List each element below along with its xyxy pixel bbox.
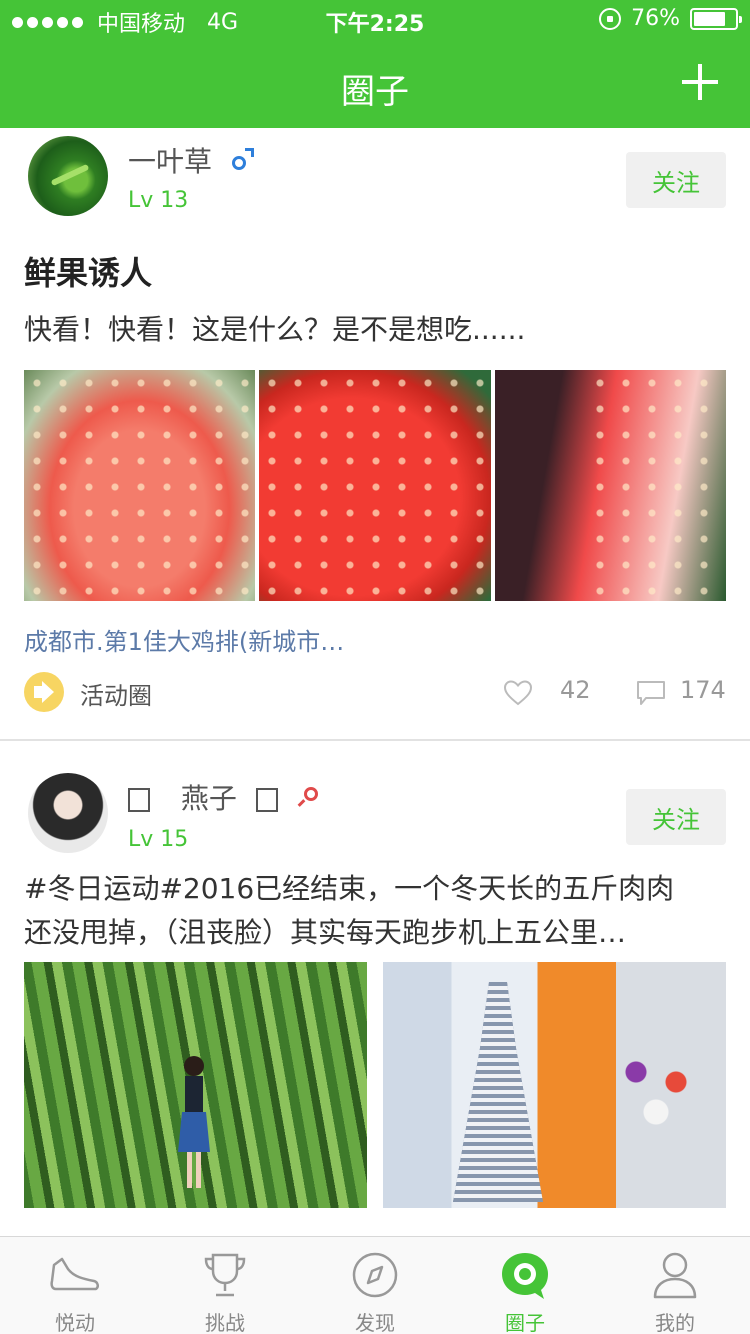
battery-fill <box>694 11 725 26</box>
like-count: 42 <box>560 676 591 704</box>
tab-label: 圈子 <box>505 1311 545 1334</box>
tab-yuedong[interactable]: 悦动 <box>0 1237 150 1334</box>
follow-button[interactable]: 关注 <box>626 152 726 208</box>
post-location[interactable]: 成都市.第1佳大鸡排(新城市… <box>24 622 344 657</box>
tab-label: 发现 <box>355 1311 395 1334</box>
circle-chat-icon <box>502 1253 548 1299</box>
tab-quanzi[interactable]: 圈子 <box>450 1237 600 1334</box>
top-bar: 中国移动 4G 下午2:25 76% 圈子 <box>0 0 750 128</box>
post-username[interactable]: 一叶草 <box>128 140 212 180</box>
post-image[interactable] <box>494 370 726 601</box>
tab-label: 挑战 <box>205 1311 245 1334</box>
user-level: Lv 15 <box>128 827 189 852</box>
emoji-placeholder-icon <box>128 788 150 812</box>
sneaker-icon <box>50 1257 99 1291</box>
status-bar: 中国移动 4G 下午2:25 76% <box>0 0 750 40</box>
comment-count: 174 <box>680 676 726 704</box>
rotation-lock-icon <box>599 7 622 30</box>
tab-bar: 悦动 挑战 发现 圈子 我的 <box>0 1236 750 1334</box>
tab-label: 悦动 <box>55 1311 95 1334</box>
status-right: 76% <box>599 6 742 31</box>
post-image[interactable] <box>383 962 726 1208</box>
avatar[interactable] <box>28 773 108 853</box>
battery-percent: 76% <box>631 6 680 31</box>
compass-icon <box>352 1252 398 1298</box>
tab-tiaozhan[interactable]: 挑战 <box>150 1237 300 1334</box>
tab-label: 我的 <box>655 1311 695 1334</box>
avatar[interactable] <box>28 136 108 216</box>
person-icon <box>653 1252 697 1299</box>
post-image-grid <box>24 962 726 1208</box>
circle-name[interactable]: 活动圈 <box>80 676 152 711</box>
trophy-icon <box>204 1253 246 1297</box>
follow-button[interactable]: 关注 <box>626 789 726 845</box>
tab-wode[interactable]: 我的 <box>600 1237 750 1334</box>
tab-faxian[interactable]: 发现 <box>300 1237 450 1334</box>
emoji-placeholder-icon <box>255 788 278 812</box>
person-figure <box>178 1056 210 1188</box>
user-level: Lv 13 <box>128 188 189 213</box>
post-text-line[interactable]: 还没甩掉，（沮丧脸）其实每天跑步机上五公里… <box>24 911 626 955</box>
feed[interactable]: 一叶草 Lv 13 关注 鲜果诱人 快看！快看！这是什么？是不是想吃......… <box>0 128 750 1236</box>
post-username-row[interactable]: 燕子 <box>128 777 278 817</box>
post-username: 燕子 <box>180 782 237 815</box>
post-text[interactable]: 快看！快看！这是什么？是不是想吃...... <box>24 308 525 352</box>
plus-icon[interactable] <box>682 64 718 100</box>
battery-icon <box>690 7 742 30</box>
speaker-icon <box>24 672 64 712</box>
post-card[interactable]: 一叶草 Lv 13 关注 鲜果诱人 快看！快看！这是什么？是不是想吃......… <box>0 128 750 740</box>
male-icon <box>232 148 254 170</box>
post-text-line[interactable]: #冬日运动#2016已经结束，一个冬天长的五斤肉肉 <box>24 867 674 911</box>
post-image-grid <box>24 370 726 601</box>
comment-icon[interactable] <box>636 680 666 706</box>
post-image[interactable] <box>259 370 491 601</box>
post-image[interactable] <box>24 962 367 1208</box>
post-image[interactable] <box>24 370 256 601</box>
page-title: 圈子 <box>341 72 409 112</box>
post-title: 鲜果诱人 <box>24 254 153 292</box>
female-icon <box>297 787 320 807</box>
heart-icon[interactable] <box>504 680 532 706</box>
